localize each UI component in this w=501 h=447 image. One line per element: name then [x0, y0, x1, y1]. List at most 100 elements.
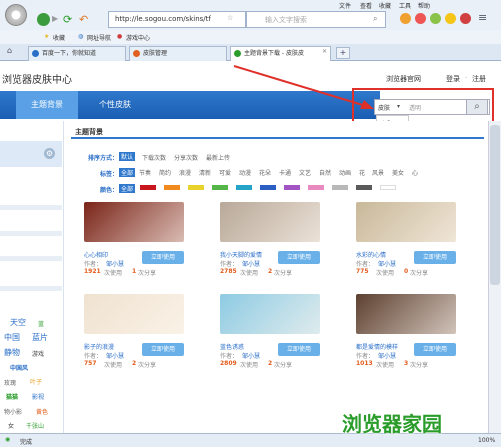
color-all[interactable]: 全部 [119, 184, 136, 193]
tag-filter[interactable]: 自然 [319, 168, 331, 177]
theme-title[interactable]: 影子的浪漫 [84, 342, 114, 351]
author-name[interactable]: 邹小慧 [242, 259, 260, 268]
menu-tools[interactable]: 工具 [399, 1, 411, 10]
theme-card[interactable]: 水彩的心情 作者： 邹小慧 775 次使用 0 次分享 立即使用 [356, 202, 456, 277]
use-now-button[interactable]: 立即使用 [414, 251, 456, 264]
menu-file[interactable]: 文件 [339, 1, 351, 10]
tag-filter[interactable]: 风景 [372, 168, 384, 177]
use-now-button[interactable]: 立即使用 [414, 343, 456, 356]
theme-title[interactable]: 我小天脚的爱情 [220, 250, 262, 259]
theme-thumbnail[interactable] [356, 294, 456, 334]
sort-downloads[interactable]: 下载次数 [142, 153, 166, 162]
forward-icon[interactable]: ▶ [52, 14, 60, 24]
color-swatch[interactable] [284, 185, 300, 190]
gear-icon[interactable]: ⚙ [44, 148, 55, 159]
tab-theme-download[interactable]: 主题背景下载 - 皮肤皮 [230, 46, 331, 61]
tag-filter[interactable]: 节奏 [139, 168, 151, 177]
home-icon[interactable]: ⌂ [7, 46, 12, 55]
theme-thumbnail[interactable] [220, 202, 320, 242]
color-swatch[interactable] [140, 185, 156, 190]
author-name[interactable]: 邹小慧 [106, 259, 124, 268]
scroll-thumb[interactable] [490, 125, 500, 285]
tag-filter[interactable]: 可爱 [219, 168, 231, 177]
color-swatch[interactable] [188, 185, 204, 190]
tag-cloud-item[interactable]: 影视 [32, 392, 44, 401]
tag-filter[interactable]: 花朵 [259, 168, 271, 177]
tag-filter[interactable]: 动画 [339, 168, 351, 177]
menu-help[interactable]: 帮助 [418, 1, 430, 10]
refresh-icon[interactable]: ⟳ [63, 13, 72, 26]
theme-title[interactable]: 心心相印 [84, 250, 108, 259]
theme-title[interactable]: 蓝色诱惑 [220, 342, 244, 351]
tag-filter[interactable]: 全部 [119, 168, 136, 177]
nav-tab-theme[interactable]: 主题背景 [16, 91, 78, 119]
tag-cloud-item[interactable]: 黄色 [36, 407, 48, 416]
scrollbar[interactable] [488, 121, 501, 433]
theme-card[interactable]: 影子的浪漫 作者： 邹小慧 757 次使用 2 次分享 立即使用 [84, 294, 184, 369]
color-swatch[interactable] [308, 185, 324, 190]
undo-icon[interactable]: ↶ [79, 13, 88, 26]
sort-shares[interactable]: 分享次数 [174, 153, 198, 162]
color-swatch[interactable] [356, 185, 372, 190]
browser-search-box[interactable]: 输入文字搜索 ⌕ [246, 11, 386, 28]
theme-title[interactable]: 水彩的心情 [356, 250, 386, 259]
login-link[interactable]: 登录 [446, 74, 460, 84]
theme-card[interactable]: 蓝色诱惑 作者： 邹小慧 2809 次使用 2 次分享 立即使用 [220, 294, 320, 369]
tag-cloud-item[interactable]: 天空 [10, 317, 26, 328]
tag-filter[interactable]: 美女 [392, 168, 404, 177]
tag-filter[interactable]: 简约 [159, 168, 171, 177]
tab-skin-manage[interactable]: 皮肤管理 [129, 46, 227, 61]
official-site-link[interactable]: 浏览器官网 [386, 74, 421, 84]
color-swatch[interactable] [212, 185, 228, 190]
tag-cloud-item[interactable]: 猫猫 [6, 392, 18, 401]
new-tab-button[interactable]: + [336, 47, 350, 59]
back-icon[interactable] [37, 13, 50, 26]
author-name[interactable]: 邹小慧 [242, 351, 260, 360]
sort-newest[interactable]: 最新上传 [206, 153, 230, 162]
author-name[interactable]: 邹小慧 [106, 351, 124, 360]
menu-favorites[interactable]: 收藏 [379, 1, 391, 10]
sort-default[interactable]: 默认 [119, 152, 136, 161]
tag-filter[interactable]: 浪漫 [179, 168, 191, 177]
star-icon[interactable]: ☆ [227, 14, 233, 22]
color-swatch[interactable] [164, 185, 180, 190]
use-now-button[interactable]: 立即使用 [142, 251, 184, 264]
theme-thumbnail[interactable] [84, 294, 184, 334]
tag-filter[interactable]: 文艺 [299, 168, 311, 177]
theme-thumbnail[interactable] [220, 294, 320, 334]
bookmark-games[interactable]: 游戏中心 [126, 33, 150, 42]
search-icon[interactable]: ⌕ [373, 14, 377, 24]
use-now-button[interactable]: 立即使用 [278, 343, 320, 356]
bookmark-nav[interactable]: 网址导航 [87, 33, 111, 42]
theme-card[interactable]: 我小天脚的爱情 作者： 邹小慧 2785 次使用 2 次分享 立即使用 [220, 202, 320, 277]
tag-cloud-item[interactable]: 静物 [4, 347, 20, 358]
theme-thumbnail[interactable] [356, 202, 456, 242]
color-swatch[interactable] [380, 185, 396, 190]
tag-filter[interactable]: 花 [359, 168, 365, 177]
register-link[interactable]: 注册 [472, 74, 486, 84]
tag-cloud-item[interactable]: 蓝 [38, 319, 44, 328]
zoom-level[interactable]: 100% [478, 437, 495, 444]
close-tab-icon[interactable]: ✕ [322, 48, 327, 55]
tag-cloud-item[interactable]: 游戏 [32, 349, 44, 358]
color-swatch[interactable] [332, 185, 348, 190]
tag-cloud-item[interactable]: 叶子 [30, 377, 42, 386]
tag-cloud-item[interactable]: 蓝片 [32, 332, 48, 343]
author-name[interactable]: 邹小慧 [378, 351, 396, 360]
address-bar[interactable]: http://le.sogou.com/skins/tf ☆ [108, 11, 246, 28]
tag-cloud-item[interactable]: 物小影 [4, 407, 22, 416]
tag-filter[interactable]: 心 [412, 168, 418, 177]
tag-filter[interactable]: 卡通 [279, 168, 291, 177]
author-name[interactable]: 邹小慧 [378, 259, 396, 268]
theme-card[interactable]: 心心相印 作者： 邹小慧 1921 次使用 1 次分享 立即使用 [84, 202, 184, 277]
tag-cloud-item[interactable]: 中国风 [10, 363, 28, 372]
theme-card[interactable]: 都是爱情的模样 作者： 邹小慧 1013 次使用 3 次分享 立即使用 [356, 294, 456, 369]
tag-cloud-item[interactable]: 千张山 [26, 421, 44, 430]
tab-baidu[interactable]: 百度一下，你就知道 [28, 46, 126, 61]
tag-cloud-item[interactable]: 女 [8, 421, 14, 430]
nav-tab-skin[interactable]: 个性皮肤 [84, 91, 146, 119]
extension-icons[interactable]: ≡ [400, 11, 496, 25]
tag-cloud-item[interactable]: 中国 [4, 332, 20, 343]
tag-cloud-item[interactable]: 玫瑰 [4, 378, 16, 387]
menu-view[interactable]: 查看 [360, 1, 372, 10]
